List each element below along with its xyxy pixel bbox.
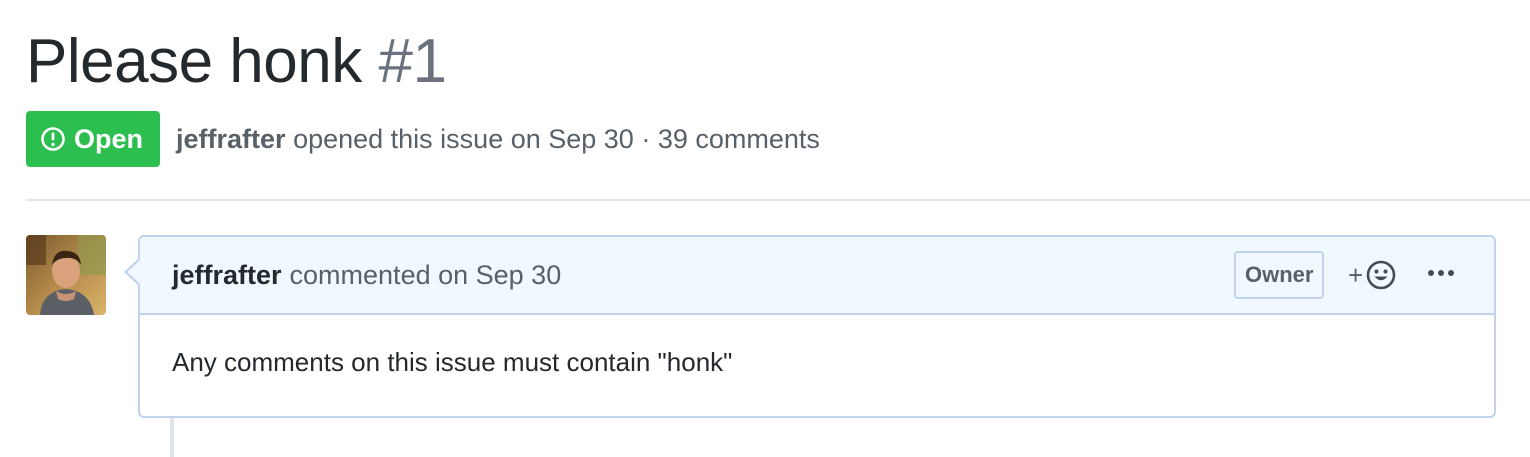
comment-header: jeffrafter commented on Sep 30 Owner + [140, 237, 1494, 315]
issue-title-text: Please honk [26, 27, 362, 96]
timeline-line [170, 418, 174, 457]
owner-badge: Owner [1234, 251, 1325, 299]
plus-icon: + [1348, 260, 1364, 290]
issue-title: Please honk #1 [26, 24, 447, 100]
comment-heading: jeffrafter commented on Sep 30 [172, 237, 561, 313]
kebab-horizontal-icon [1426, 265, 1456, 283]
more-options-button[interactable] [1424, 259, 1458, 289]
comment-pointer-inner [127, 260, 140, 284]
comment-body: Any comments on this issue must contain … [172, 347, 733, 377]
state-badge: Open [26, 111, 161, 167]
avatar[interactable] [26, 235, 106, 315]
comment-box: jeffrafter commented on Sep 30 Owner + A… [138, 235, 1496, 418]
comment-author-link[interactable]: jeffrafter [172, 260, 282, 291]
smiley-icon [1365, 259, 1397, 291]
issue-opened-text: opened this issue on Sep 30 · 39 comment… [293, 123, 820, 154]
issue-number: #1 [378, 27, 447, 96]
issue-meta-text: jeffrafter opened this issue on Sep 30 ·… [176, 124, 820, 155]
state-label: Open [74, 123, 144, 154]
header-divider [26, 199, 1530, 201]
issue-author-link[interactable]: jeffrafter [176, 124, 286, 154]
comment-timestamp[interactable]: commented on Sep 30 [290, 260, 562, 291]
issue-meta: Open jeffrafter opened this issue on Sep… [26, 111, 820, 167]
issue-opened-icon [40, 126, 66, 152]
add-reaction-button[interactable]: + [1348, 257, 1397, 293]
